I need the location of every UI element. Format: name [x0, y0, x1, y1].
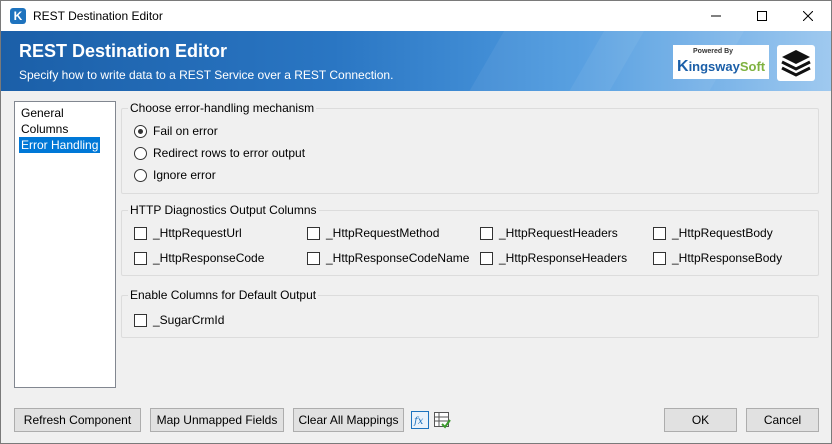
clear-all-mappings-button[interactable]: Clear All Mappings	[293, 408, 404, 432]
dialog-window: K REST Destination Editor REST Destinati…	[0, 0, 832, 444]
radio-fail-on-error[interactable]: Fail on error	[134, 124, 218, 138]
error-handling-group-title: Choose error-handling mechanism	[128, 101, 317, 115]
radio-redirect-rows[interactable]: Redirect rows to error output	[134, 146, 305, 160]
cancel-button[interactable]: Cancel	[746, 408, 819, 432]
window-title: REST Destination Editor	[33, 9, 163, 23]
maximize-button[interactable]	[739, 1, 785, 31]
checkbox-http-response-code[interactable]: _HttpResponseCode	[134, 251, 264, 265]
kingswaysoft-app-icon: K	[10, 8, 26, 24]
radio-dot[interactable]	[134, 146, 147, 160]
checkbox-label: _HttpResponseCodeName	[326, 251, 470, 265]
checkbox-http-response-headers[interactable]: _HttpResponseHeaders	[480, 251, 627, 265]
checkbox-box[interactable]	[307, 251, 320, 265]
nav-item-general[interactable]: General	[19, 105, 66, 121]
checkbox-box[interactable]	[134, 251, 147, 265]
radio-label: Fail on error	[153, 124, 218, 138]
checkbox-label: _HttpResponseHeaders	[499, 251, 628, 265]
checkbox-label: _HttpRequestUrl	[153, 226, 242, 240]
logo-wordmark: KingswaySoft	[677, 58, 766, 75]
radio-dot[interactable]	[134, 168, 147, 182]
page-navigation-list: General Columns Error Handling	[14, 101, 116, 388]
checkbox-label: _HttpRequestHeaders	[499, 226, 618, 240]
checkbox-http-request-body[interactable]: _HttpRequestBody	[653, 226, 773, 240]
checkbox-box[interactable]	[480, 251, 493, 265]
default-output-group-title: Enable Columns for Default Output	[128, 288, 319, 302]
close-button[interactable]	[785, 1, 831, 31]
checkbox-box[interactable]	[134, 313, 147, 327]
radio-ignore-error[interactable]: Ignore error	[134, 168, 216, 182]
checkbox-http-response-body[interactable]: _HttpResponseBody	[653, 251, 782, 265]
checkbox-box[interactable]	[480, 226, 493, 240]
kingswaysoft-logo: Powered By KingswaySoft	[673, 45, 769, 79]
refresh-component-button[interactable]: Refresh Component	[14, 408, 141, 432]
default-output-group: Enable Columns for Default Output _Sugar…	[121, 288, 819, 338]
logo-powered-by: Powered By	[693, 48, 734, 55]
checkbox-label: _HttpRequestMethod	[326, 226, 440, 240]
nav-item-error-handling[interactable]: Error Handling	[19, 137, 101, 153]
checkbox-http-request-headers[interactable]: _HttpRequestHeaders	[480, 226, 618, 240]
checkbox-label: _HttpResponseBody	[672, 251, 783, 265]
minimize-icon	[711, 15, 721, 17]
checkbox-http-request-method[interactable]: _HttpRequestMethod	[307, 226, 439, 240]
banner-subtitle: Specify how to write data to a REST Serv…	[19, 68, 394, 82]
banner-title: REST Destination Editor	[19, 41, 228, 61]
checkbox-box[interactable]	[653, 251, 666, 265]
radio-dot-checked[interactable]	[134, 124, 147, 138]
minimize-button[interactable]	[693, 1, 739, 31]
checkbox-box[interactable]	[134, 226, 147, 240]
nav-item-columns[interactable]: Columns	[19, 121, 70, 137]
expression-fx-icon[interactable]: fx	[411, 411, 429, 429]
checkbox-box[interactable]	[653, 226, 666, 240]
http-diagnostics-group: HTTP Diagnostics Output Columns _HttpReq…	[121, 203, 819, 276]
checkbox-label: _HttpResponseCode	[153, 251, 265, 265]
checkbox-label: _SugarCrmId	[153, 313, 225, 327]
checkbox-sugarcrm-id[interactable]: _SugarCrmId	[134, 313, 224, 327]
http-diagnostics-group-title: HTTP Diagnostics Output Columns	[128, 203, 319, 217]
map-unmapped-fields-button[interactable]: Map Unmapped Fields	[150, 408, 284, 432]
checkbox-box[interactable]	[307, 226, 320, 240]
layers-icon	[777, 45, 815, 81]
checkbox-label: _HttpRequestBody	[672, 226, 773, 240]
options-grid-icon[interactable]	[433, 411, 451, 429]
title-bar: K REST Destination Editor	[1, 1, 831, 31]
radio-label: Redirect rows to error output	[153, 146, 306, 160]
checkbox-http-response-code-name[interactable]: _HttpResponseCodeName	[307, 251, 469, 265]
ok-button[interactable]: OK	[664, 408, 737, 432]
close-icon	[803, 11, 813, 21]
svg-text:fx: fx	[413, 416, 424, 427]
error-handling-group: Choose error-handling mechanism Fail on …	[121, 101, 819, 194]
maximize-icon	[757, 11, 767, 21]
header-banner: REST Destination Editor Specify how to w…	[1, 31, 831, 91]
radio-label: Ignore error	[153, 168, 216, 182]
checkbox-http-request-url[interactable]: _HttpRequestUrl	[134, 226, 242, 240]
